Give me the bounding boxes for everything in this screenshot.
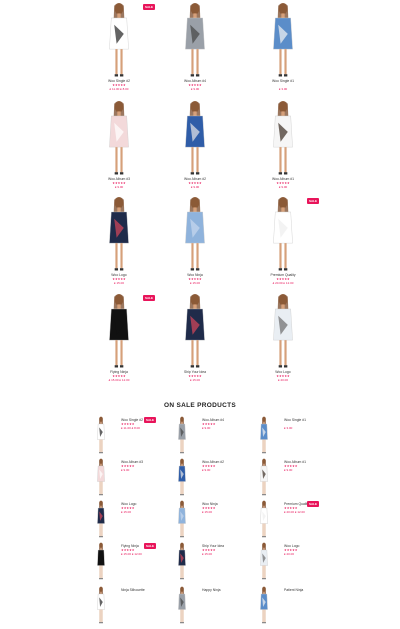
product-image[interactable] (95, 2, 143, 83)
product-price: £ 15.00 (189, 281, 200, 285)
product-image[interactable] (259, 196, 307, 277)
product-thumb[interactable] (173, 416, 191, 459)
sale-badge: SALE (143, 295, 156, 301)
product-thumb[interactable] (173, 542, 191, 585)
product-image[interactable] (95, 100, 143, 181)
product-price: £ 3.00 (284, 426, 293, 430)
product-thumb[interactable] (173, 458, 191, 501)
product-price: £ 9.00 (121, 468, 130, 472)
product-price: £ 20.00 (284, 552, 295, 556)
product-image[interactable] (95, 196, 143, 277)
product-image[interactable] (171, 2, 219, 83)
product-price: £ 15.00 £ 12.00 (121, 552, 142, 556)
product-name[interactable]: Woo Single #1 (284, 418, 306, 422)
section-title: ON SALE PRODUCTS (164, 402, 236, 409)
product-thumb[interactable] (255, 542, 273, 585)
sale-badge: SALE (144, 417, 157, 423)
product-image[interactable] (259, 100, 307, 181)
sale-badge: SALE (143, 4, 156, 10)
product-price: £ 20.00 £ 12.00 (272, 281, 294, 285)
product-price: £ 11.00 £ 8.00 (109, 87, 129, 91)
product-image[interactable] (171, 100, 219, 181)
product-price: £ 15.00 (202, 510, 213, 514)
product-thumb[interactable] (255, 416, 273, 459)
product-price: £ 9.00 (190, 185, 200, 189)
product-name[interactable]: Happy Ninja (202, 588, 220, 592)
product-price: £ 9.00 (190, 87, 200, 91)
product-price: £ 9.00 (202, 426, 211, 430)
product-price: £ 9.00 (202, 468, 211, 472)
product-image[interactable] (259, 293, 307, 374)
product-thumb[interactable] (92, 458, 110, 501)
product-image[interactable] (95, 293, 143, 374)
product-thumb[interactable] (92, 586, 110, 629)
product-thumb[interactable] (92, 542, 110, 585)
product-price: £ 9.00 (114, 185, 124, 189)
sale-badge: SALE (307, 501, 320, 507)
product-name[interactable]: Woo Single #1 (253, 79, 313, 83)
product-thumb[interactable] (255, 500, 273, 543)
product-price: £ 9.00 (278, 185, 288, 189)
product-thumb[interactable] (92, 500, 110, 543)
product-image[interactable] (259, 2, 307, 83)
product-thumb[interactable] (255, 586, 273, 629)
product-image[interactable] (171, 293, 219, 374)
product-thumb[interactable] (92, 416, 110, 459)
product-price: £ 15.00 (121, 510, 132, 514)
product-price: £ 3.00 (278, 87, 288, 91)
product-name[interactable]: Patient Ninja (284, 588, 303, 592)
product-thumb[interactable] (173, 500, 191, 543)
product-price: £ 20.00 (277, 378, 288, 382)
sale-badge: SALE (307, 198, 320, 204)
product-thumb[interactable] (255, 458, 273, 501)
product-image[interactable] (171, 196, 219, 277)
product-price: £ 9.00 (284, 468, 293, 472)
product-price: £ 11.00 £ 8.00 (121, 426, 140, 430)
sale-badge: SALE (144, 543, 157, 549)
product-price: £ 20.00 £ 12.00 (284, 510, 305, 514)
product-name[interactable]: Ninja Silhouette (121, 588, 145, 592)
product-price: £ 15.00 (202, 552, 213, 556)
product-price: £ 15.00 (113, 281, 124, 285)
product-thumb[interactable] (173, 586, 191, 629)
product-price: £ 15.00 (189, 378, 200, 382)
product-price: £ 15.00 £ 12.00 (108, 378, 130, 382)
